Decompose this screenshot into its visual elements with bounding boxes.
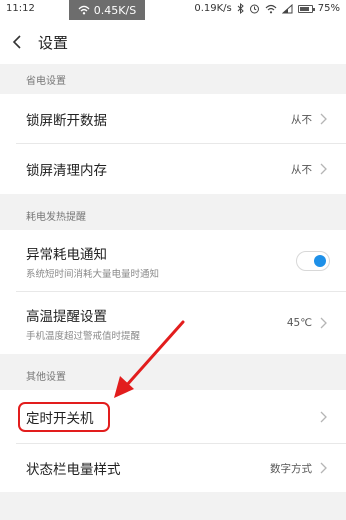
annotation-arrow-icon: [114, 320, 185, 398]
